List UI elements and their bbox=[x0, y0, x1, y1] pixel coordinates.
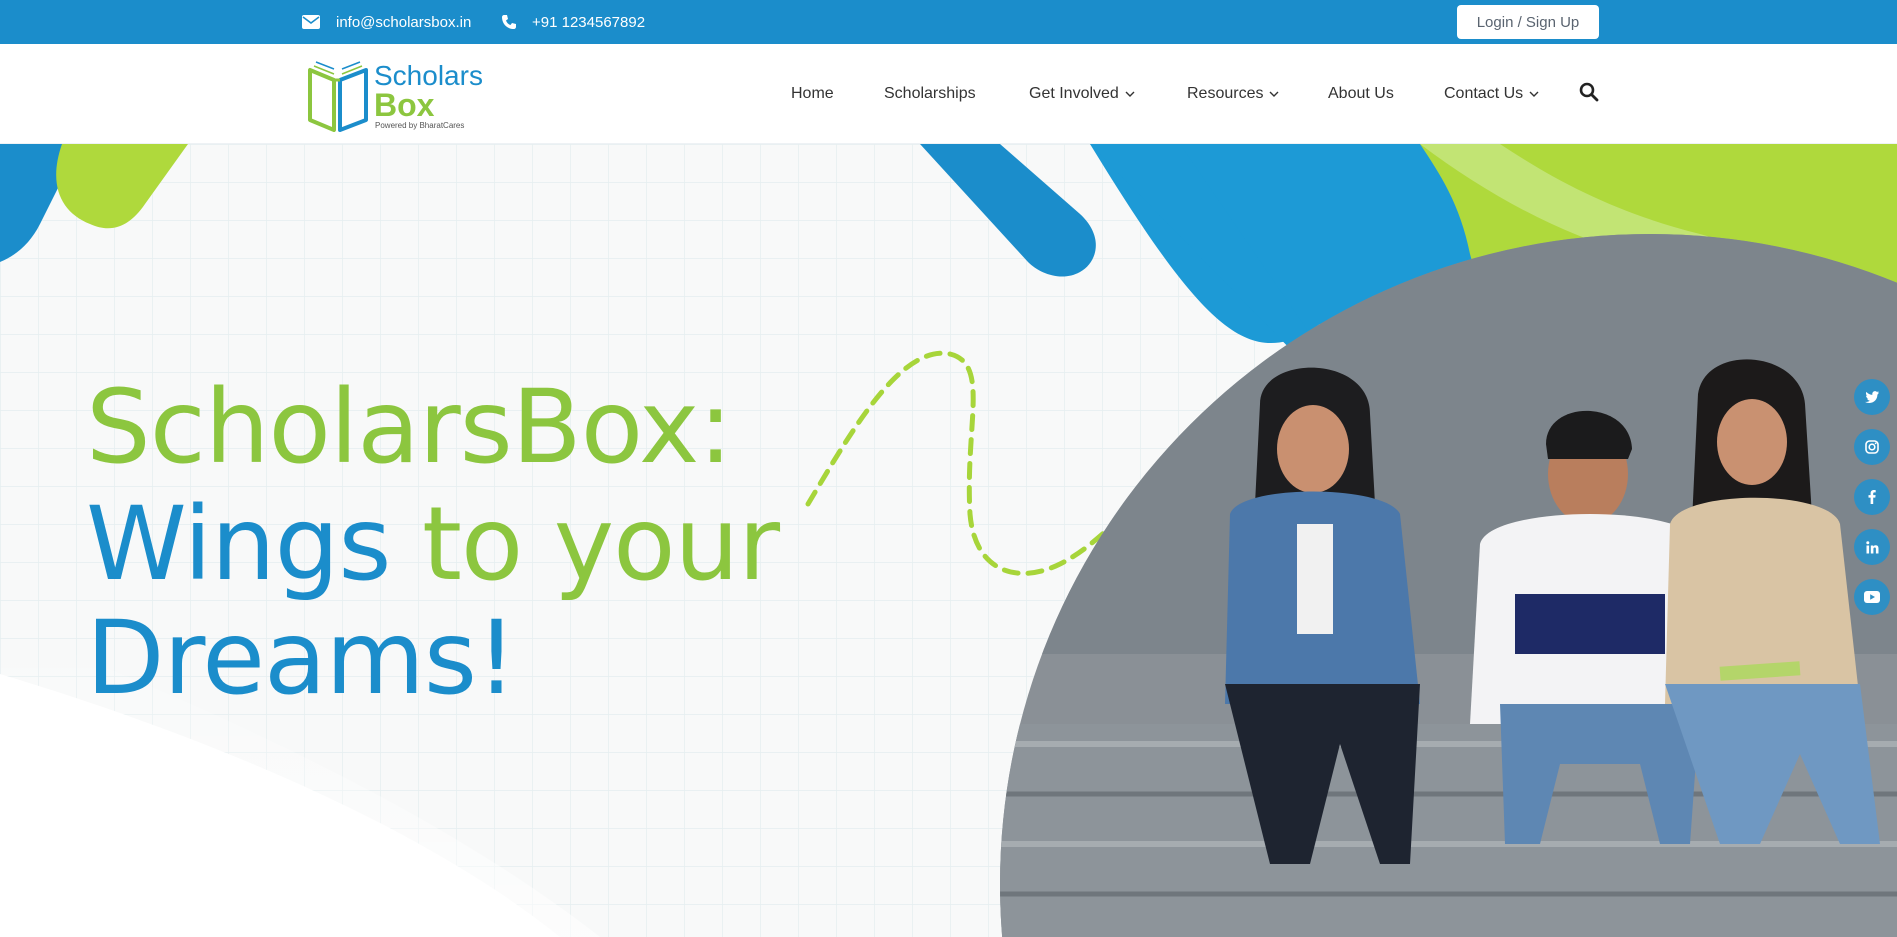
hero-title-line-3: Dreams! bbox=[86, 599, 517, 718]
nav-resources[interactable]: Resources bbox=[1187, 44, 1279, 144]
phone-text: +91 1234567892 bbox=[532, 13, 646, 31]
nav-get-involved[interactable]: Get Involved bbox=[1029, 44, 1135, 144]
main-navigation: Scholars Box Powered by BharatCares Home… bbox=[0, 44, 1897, 144]
chevron-down-icon bbox=[1529, 91, 1539, 97]
nav-about-us[interactable]: About Us bbox=[1328, 44, 1394, 144]
site-logo[interactable]: Scholars Box Powered by BharatCares bbox=[306, 56, 486, 132]
twitter-link[interactable] bbox=[1854, 379, 1890, 415]
logo-word-scholars: Scholars bbox=[374, 60, 483, 91]
search-icon bbox=[1579, 82, 1599, 102]
facebook-icon bbox=[1868, 490, 1876, 504]
instagram-link[interactable] bbox=[1854, 429, 1890, 465]
hero-title-wings: Wings bbox=[86, 485, 391, 604]
nav-scholarships[interactable]: Scholarships bbox=[884, 44, 976, 144]
hero-title-to-your: to your bbox=[421, 485, 780, 604]
linkedin-icon bbox=[1865, 540, 1878, 553]
nav-contact-us[interactable]: Contact Us bbox=[1444, 44, 1539, 144]
logo-word-box: Box bbox=[374, 87, 435, 123]
contact-phone[interactable]: +91 1234567892 bbox=[502, 0, 645, 44]
nav-get-involved-label: Get Involved bbox=[1029, 85, 1119, 102]
phone-icon bbox=[502, 15, 516, 29]
linkedin-link[interactable] bbox=[1854, 529, 1890, 565]
nav-home[interactable]: Home bbox=[791, 44, 834, 144]
hero-title-line-1: ScholarsBox: bbox=[86, 368, 733, 487]
email-text: info@scholarsbox.in bbox=[336, 13, 472, 31]
chevron-down-icon bbox=[1125, 91, 1135, 97]
chevron-down-icon bbox=[1269, 91, 1279, 97]
contact-email[interactable]: info@scholarsbox.in bbox=[302, 0, 471, 44]
twitter-icon bbox=[1865, 391, 1879, 403]
hero-title-line-2: Wings to your bbox=[86, 494, 780, 596]
nav-about-us-label: About Us bbox=[1328, 85, 1394, 102]
nav-resources-label: Resources bbox=[1187, 85, 1264, 102]
search-button[interactable] bbox=[1579, 82, 1601, 104]
facebook-link[interactable] bbox=[1854, 479, 1890, 515]
book-logo-icon bbox=[308, 61, 368, 132]
hero-banner: ScholarsBox: Wings to your Dreams! bbox=[0, 144, 1897, 937]
envelope-icon bbox=[302, 15, 320, 29]
login-signup-button[interactable]: Login / Sign Up bbox=[1457, 5, 1599, 39]
nav-scholarships-label: Scholarships bbox=[884, 85, 976, 102]
instagram-icon bbox=[1865, 440, 1879, 454]
logo-tagline: Powered by BharatCares bbox=[375, 121, 465, 130]
youtube-icon bbox=[1864, 591, 1880, 603]
youtube-link[interactable] bbox=[1854, 579, 1890, 615]
top-bar: info@scholarsbox.in +91 1234567892 Login… bbox=[0, 0, 1897, 44]
nav-contact-us-label: Contact Us bbox=[1444, 85, 1524, 102]
nav-home-label: Home bbox=[791, 85, 834, 102]
